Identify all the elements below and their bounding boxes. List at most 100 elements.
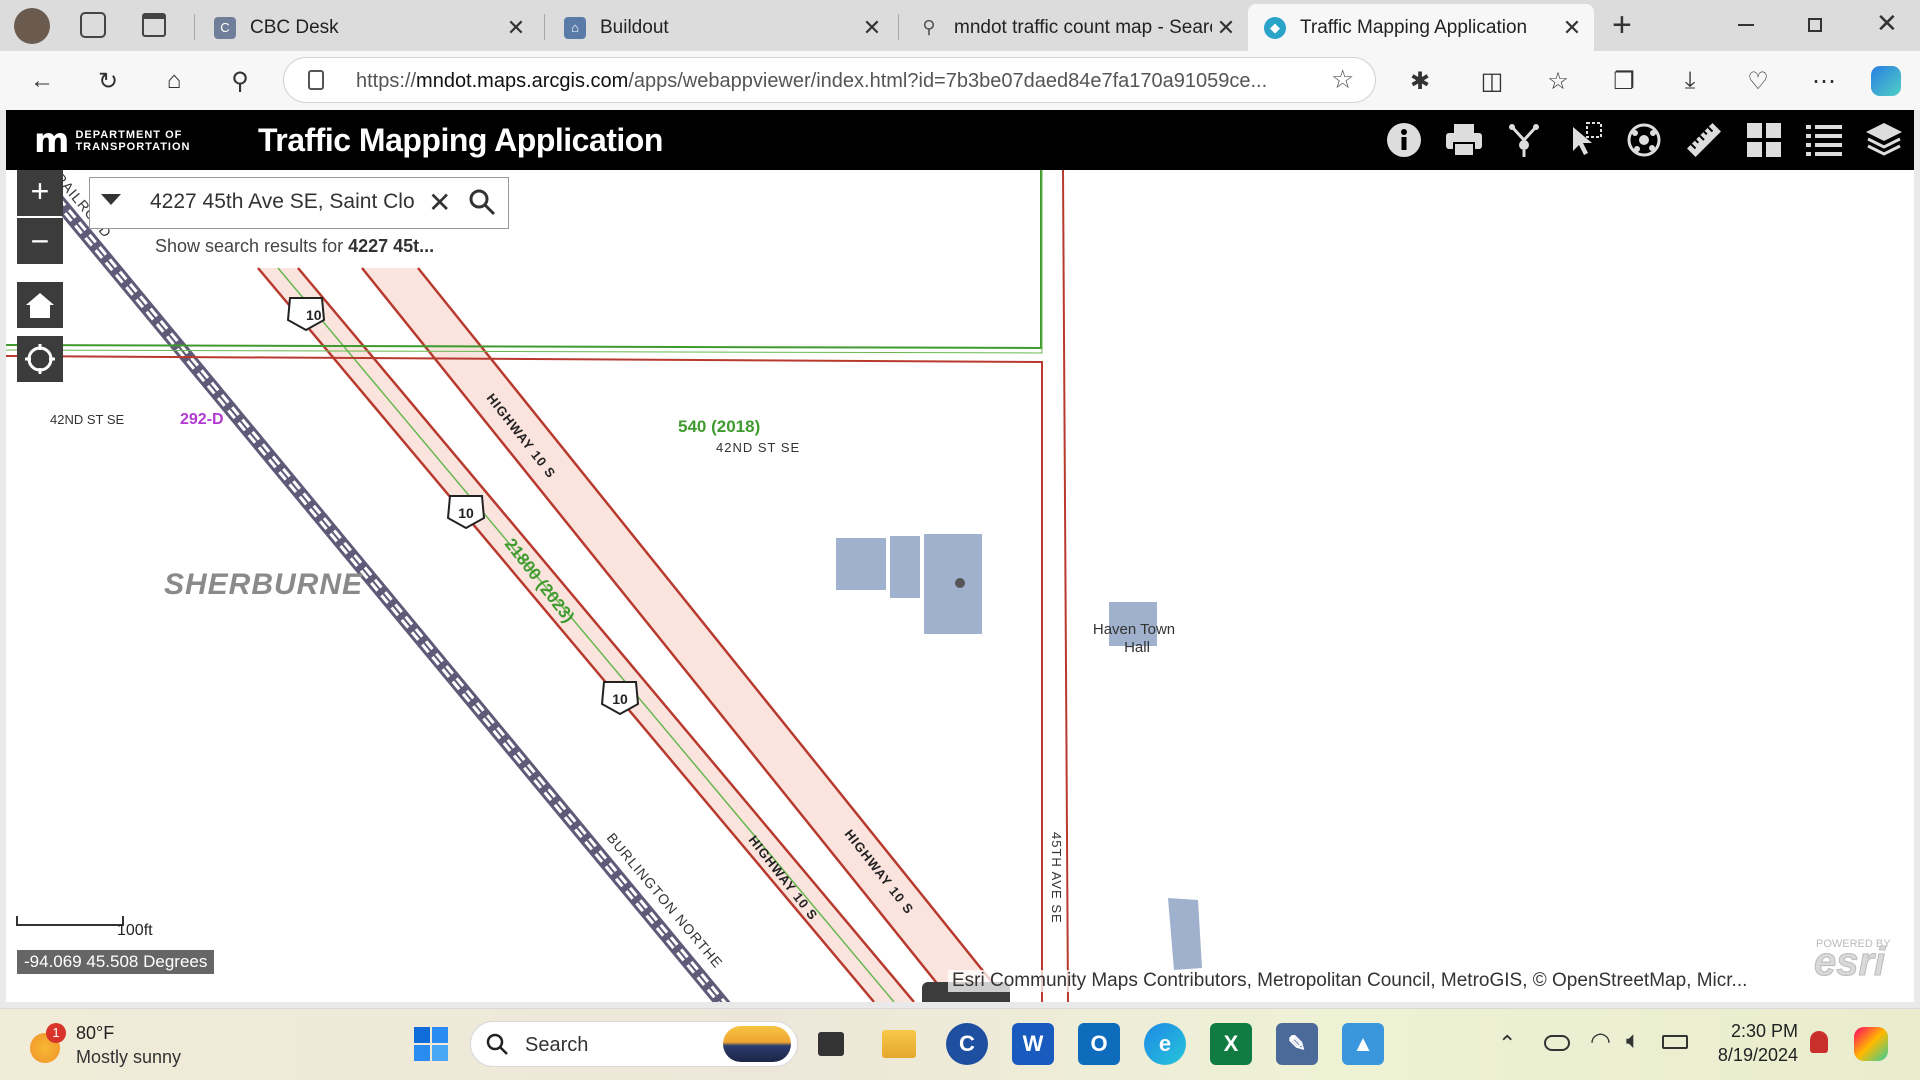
url-prefix: https:// [356, 70, 417, 92]
arcgis-favicon-icon: ◆ [1264, 16, 1286, 39]
suggestion-prefix: Show search results for [155, 236, 349, 256]
volume-icon[interactable]: 🔈︎ [1626, 1027, 1640, 1055]
traffic-count-label[interactable]: 292-D [180, 411, 224, 428]
wifi-icon[interactable]: ◠ [1590, 1027, 1611, 1056]
share-icon[interactable] [1502, 120, 1546, 160]
url-text[interactable]: https://mndot.maps.arcgis.com/apps/webap… [356, 70, 1316, 93]
map-attribution[interactable]: Esri Community Maps Contributors, Metrop… [948, 970, 1748, 992]
copilot-taskbar-icon[interactable] [1854, 1027, 1888, 1061]
url-path: /apps/webappviewer/index.html?id=7b3be07… [628, 70, 1268, 92]
measure-icon[interactable] [1682, 120, 1726, 160]
battery-icon[interactable] [1662, 1035, 1688, 1049]
start-button[interactable] [410, 1023, 452, 1065]
traffic-count-label[interactable]: 540 (2018) [678, 417, 760, 436]
my-location-button[interactable] [17, 336, 63, 382]
close-tab-icon[interactable]: ✕ [858, 15, 886, 41]
tab-title: Buildout [600, 16, 669, 38]
tab-separator [898, 14, 899, 40]
browser-essentials-icon[interactable]: ♡ [1738, 61, 1778, 101]
windows-icon [414, 1027, 448, 1061]
collections-icon[interactable]: ❐ [1604, 61, 1644, 101]
map-view[interactable]: 10 10 10 RAILROAD BURLINGTON NORTHE 42ND… [6, 170, 1914, 1002]
onedrive-icon[interactable] [1544, 1035, 1570, 1051]
search-icon[interactable] [468, 188, 496, 221]
tab-title: Traffic Mapping Application [1300, 16, 1528, 38]
map-canvas[interactable]: 10 10 10 RAILROAD BURLINGTON NORTHE 42ND… [6, 170, 1914, 1002]
more-options-icon[interactable]: ⋯ [1804, 61, 1844, 101]
weather-widget[interactable]: 1 80°F Mostly sunny [26, 1023, 196, 1069]
extensions-icon[interactable]: ✱ [1400, 61, 1440, 101]
close-tab-icon[interactable]: ✕ [1558, 15, 1586, 41]
copilot-icon[interactable] [1866, 61, 1906, 101]
taskbar-search-label: Search [525, 1034, 589, 1056]
profile-avatar[interactable] [14, 8, 50, 44]
zoom-out-button[interactable]: − [17, 218, 63, 264]
search-highlight-icon [723, 1026, 791, 1062]
logo-line-2: TRANSPORTATION [75, 141, 191, 153]
esri-logo[interactable]: esri [1813, 940, 1885, 985]
home-icon [26, 293, 54, 318]
zoom-in-button[interactable]: + [17, 170, 63, 216]
clock-date[interactable]: 8/19/2024 [1706, 1045, 1798, 1066]
tab-search[interactable]: ⚲ mndot traffic count map - Searc ✕ [902, 4, 1248, 51]
taskbar-search[interactable]: Search [470, 1021, 798, 1067]
close-window-icon[interactable]: ✕ [1876, 8, 1898, 39]
tab-buildout[interactable]: ⌂ Buildout ✕ [548, 4, 894, 51]
basemap-gallery-icon[interactable] [1742, 120, 1786, 160]
outlook-icon[interactable]: O [1078, 1023, 1120, 1065]
task-view-icon[interactable] [810, 1023, 852, 1065]
workspaces-icon[interactable] [80, 12, 106, 38]
refresh-icon[interactable]: ↻ [88, 61, 128, 101]
tab-traffic-mapping[interactable]: ◆ Traffic Mapping Application ✕ [1248, 4, 1594, 51]
home-icon[interactable]: ⌂ [154, 61, 194, 101]
search-input[interactable] [150, 190, 430, 214]
clear-search-icon[interactable]: ✕ [428, 186, 451, 219]
excel-icon[interactable]: X [1210, 1023, 1252, 1065]
edge-icon[interactable]: e [1144, 1023, 1186, 1065]
lock-icon[interactable] [308, 70, 324, 90]
traffic-count-label[interactable]: 21800 (2023) [501, 535, 578, 626]
split-screen-icon[interactable]: ◫ [1472, 61, 1512, 101]
close-tab-icon[interactable]: ✕ [1212, 15, 1240, 41]
clock-time[interactable]: 2:30 PM [1714, 1021, 1798, 1042]
tab-actions-icon[interactable] [142, 13, 166, 37]
logo-mark: m [34, 121, 69, 161]
whiteboard-icon[interactable]: ✎ [1276, 1023, 1318, 1065]
word-icon[interactable]: W [1012, 1023, 1054, 1065]
data-icon[interactable] [1622, 120, 1666, 160]
search-icon[interactable]: ⚲ [220, 61, 260, 101]
restore-icon[interactable] [1808, 18, 1822, 32]
favorites-icon[interactable]: ☆ [1538, 61, 1578, 101]
weather-badge: 1 [46, 1023, 66, 1043]
hidden-icons-chevron-icon[interactable]: ⌃ [1498, 1031, 1516, 1057]
close-tab-icon[interactable]: ✕ [502, 15, 530, 41]
print-icon[interactable] [1442, 120, 1486, 160]
street-label-42nd: 42ND ST SE [50, 412, 125, 427]
file-explorer-icon[interactable] [878, 1023, 920, 1065]
cbc-favicon-icon: C [214, 16, 236, 39]
favorite-star-icon[interactable]: ☆ [1331, 64, 1354, 95]
mndot-logo: m DEPARTMENT OF TRANSPORTATION [34, 121, 191, 161]
home-extent-button[interactable] [17, 282, 63, 328]
weather-desc: Mostly sunny [76, 1047, 182, 1067]
poi-label: Hall [1124, 639, 1150, 656]
minimize-icon[interactable] [1738, 24, 1754, 26]
coordinate-readout: -94.069 45.508 Degrees [17, 950, 215, 974]
downloads-icon[interactable]: ⤓ [1670, 61, 1710, 101]
photos-icon[interactable]: ▲ [1342, 1023, 1384, 1065]
search-suggestion[interactable]: Show search results for 4227 45t... [155, 236, 434, 257]
new-tab-icon[interactable]: + [1612, 6, 1632, 45]
layer-list-icon[interactable] [1862, 120, 1906, 160]
app-c-icon[interactable]: C [946, 1023, 988, 1065]
tab-cbc-desk[interactable]: C CBC Desk ✕ [198, 4, 538, 51]
shield-label: 10 [306, 307, 322, 323]
back-icon[interactable]: ← [22, 61, 62, 101]
search-source-dropdown-icon[interactable] [100, 192, 128, 214]
tab-separator [544, 14, 545, 40]
info-icon[interactable] [1382, 120, 1426, 160]
address-bar[interactable]: https://mndot.maps.arcgis.com/apps/webap… [283, 57, 1376, 103]
app-header: m DEPARTMENT OF TRANSPORTATION Traffic Ma… [6, 110, 1914, 170]
legend-icon[interactable] [1802, 120, 1846, 160]
notification-bell-icon[interactable] [1810, 1031, 1828, 1053]
select-icon[interactable] [1562, 120, 1606, 160]
